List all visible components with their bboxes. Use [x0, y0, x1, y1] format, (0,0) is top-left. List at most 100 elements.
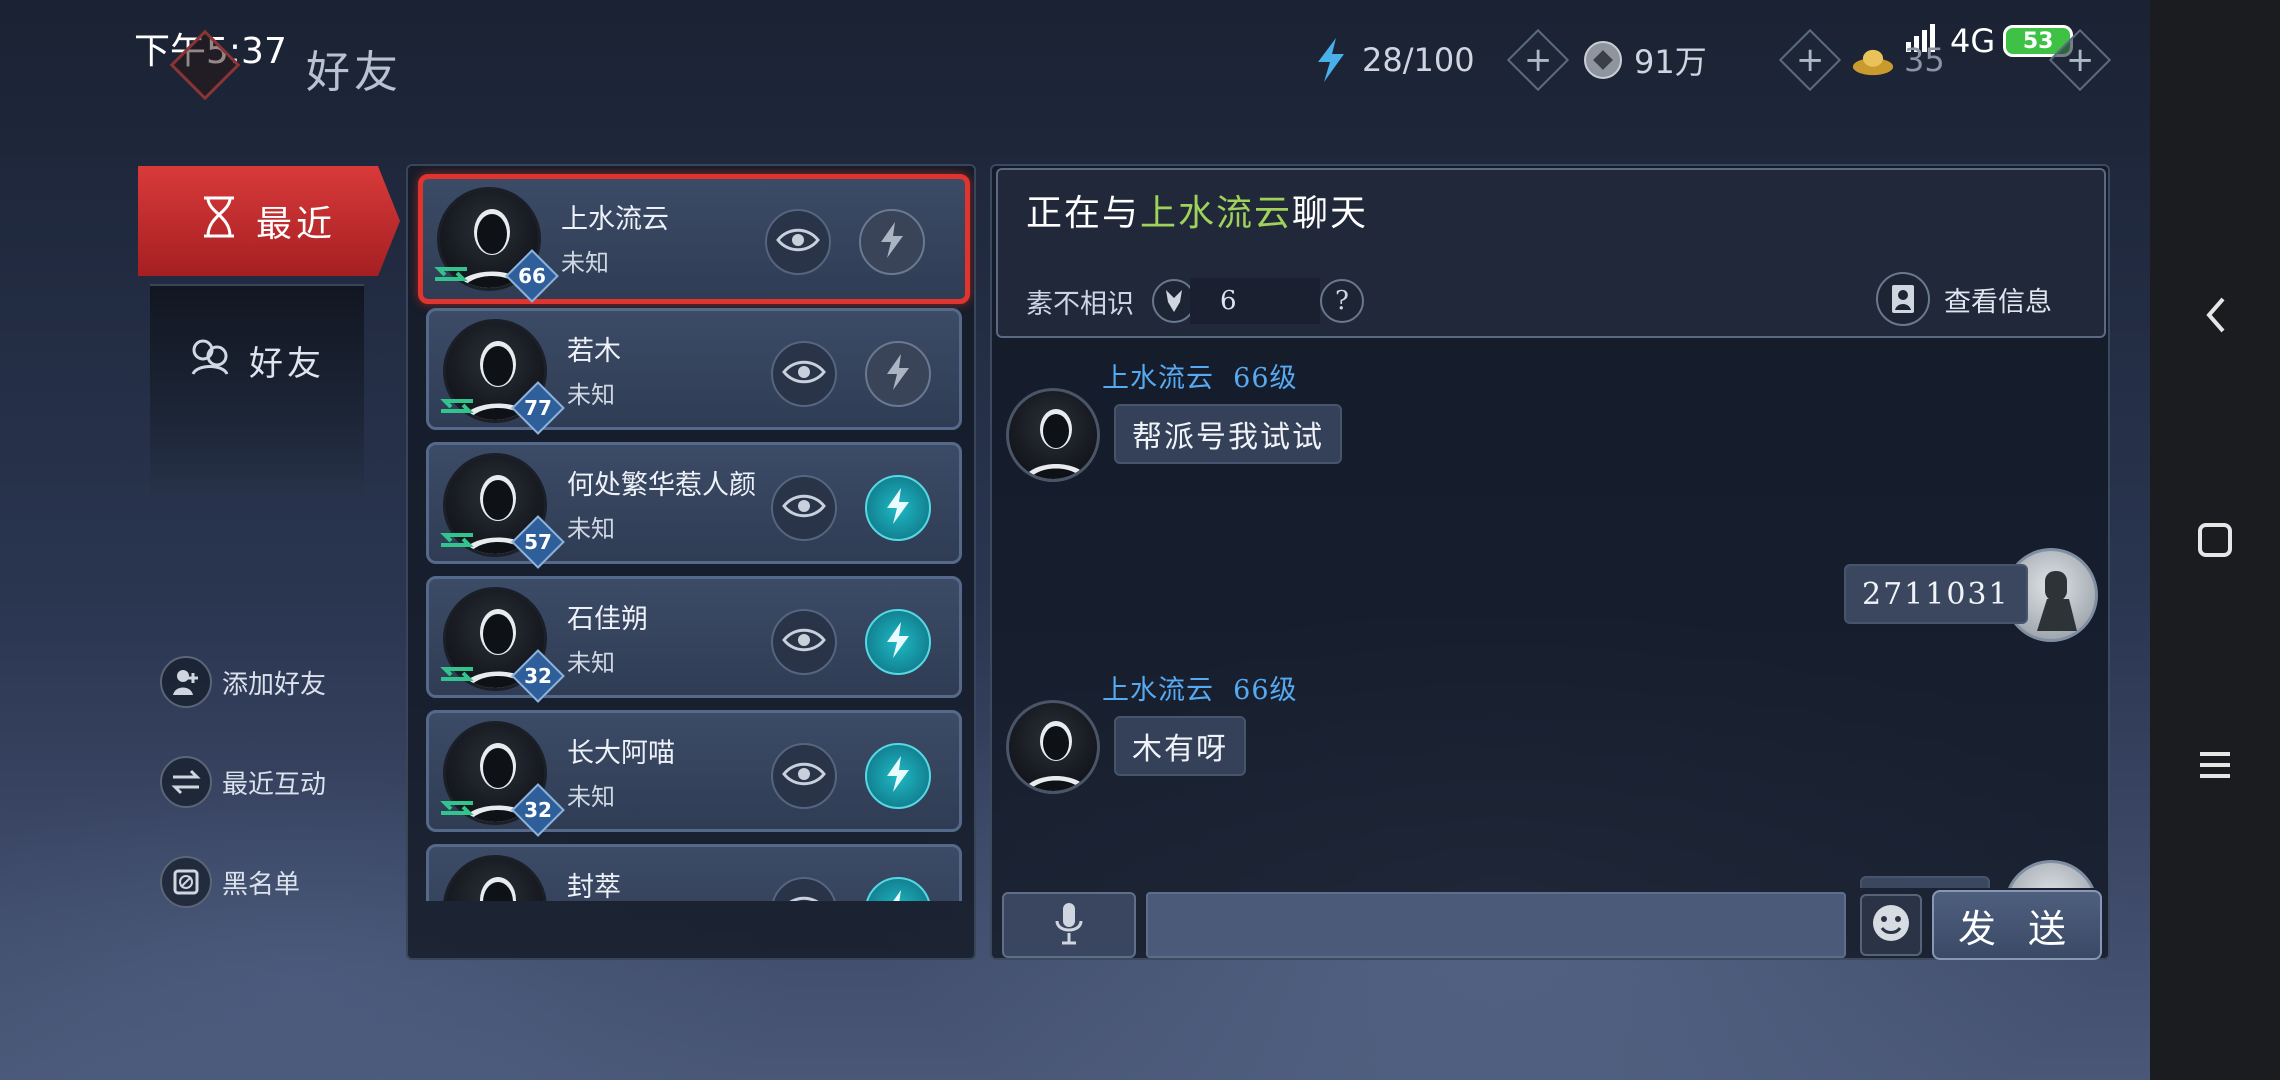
blacklist-label: 黑名单	[222, 869, 301, 900]
friend-name: 封萃	[567, 872, 621, 901]
friend-card[interactable]: 封萃	[426, 844, 962, 901]
interact-button[interactable]	[865, 609, 931, 675]
friend-tag-icon	[439, 527, 475, 555]
gold-ingot-icon	[1852, 39, 1894, 81]
friend-name: 长大阿喵	[567, 738, 675, 769]
level-value: 32	[524, 798, 552, 822]
back-icon[interactable]	[2150, 290, 2280, 340]
home-icon[interactable]	[2150, 515, 2280, 565]
level-value: 32	[524, 664, 552, 688]
view-profile-button[interactable]	[765, 209, 831, 275]
avatar[interactable]	[1006, 700, 1100, 794]
view-profile-button[interactable]	[771, 609, 837, 675]
level-value: 66	[518, 264, 546, 288]
view-info-button[interactable]: 查看信息	[1876, 272, 2052, 326]
add-user-icon	[160, 656, 212, 708]
friend-card[interactable]: 77 若木未知	[426, 308, 962, 435]
avatar[interactable]	[1006, 388, 1100, 482]
my-message-bubble: 2711031	[1844, 564, 2028, 624]
coin-value: 91万	[1634, 43, 1707, 81]
friend-card[interactable]: 57 何处繁华惹人颜 未知	[426, 442, 962, 569]
friend-tag-icon	[439, 795, 475, 823]
chat-input[interactable]	[1146, 892, 1846, 958]
eye-icon	[782, 627, 826, 657]
smiley-icon	[1871, 903, 1911, 947]
eye-icon	[782, 761, 826, 791]
friends-icon	[189, 336, 231, 385]
system-nav-bar	[2150, 0, 2280, 1080]
message-sender: 上水流云 66级	[1102, 668, 1298, 707]
friend-card[interactable]: 32 长大阿喵 未知	[426, 710, 962, 837]
hourglass-icon	[202, 196, 236, 247]
friend-name: 石佳朔	[567, 604, 648, 635]
voice-button[interactable]	[1002, 892, 1136, 958]
intimacy-value: 6	[1190, 278, 1320, 324]
stamina-display: 28/100	[1310, 34, 1475, 86]
chat-partner-name[interactable]: 上水流云	[1140, 193, 1292, 234]
view-profile-button[interactable]	[771, 743, 837, 809]
interact-button[interactable]	[865, 341, 931, 407]
gold-value: 35	[1904, 41, 1945, 79]
send-button[interactable]: 发 送	[1932, 890, 2102, 960]
page-title: 好友	[306, 47, 402, 98]
add-coin-button[interactable]: +	[1778, 28, 1842, 92]
chat-input-row: 发 送	[992, 886, 2108, 962]
add-stamina-button[interactable]: +	[1506, 28, 1570, 92]
lightning-hand-icon	[875, 220, 909, 264]
lightning-icon	[1310, 38, 1352, 82]
microphone-icon	[1054, 901, 1084, 949]
interact-button[interactable]	[859, 209, 925, 275]
eye-icon	[776, 227, 820, 257]
coin-display: 91万	[1582, 34, 1707, 86]
add-friend-label: 添加好友	[222, 669, 327, 700]
level-value: 77	[524, 396, 552, 420]
friend-card[interactable]: 66 上水流云 未知	[418, 174, 970, 304]
friend-tag-icon	[433, 261, 469, 289]
friend-status: 未知	[567, 515, 615, 543]
view-profile-button[interactable]	[771, 475, 837, 541]
friend-name: 若木	[567, 336, 621, 367]
lightning-hand-icon	[881, 754, 915, 798]
sender-level: 66级	[1233, 675, 1298, 706]
friend-name: 何处繁华惹人颜	[567, 470, 756, 501]
friend-card[interactable]: 32 石佳朔 未知	[426, 576, 962, 703]
gold-display: 35	[1852, 34, 1945, 86]
tab-recent[interactable]: 最近	[138, 166, 400, 276]
recent-interaction-button[interactable]: 最近互动	[160, 756, 326, 808]
eye-icon	[782, 359, 826, 389]
swap-arrows-icon	[160, 756, 212, 808]
interact-button[interactable]	[865, 877, 931, 901]
tab-recent-label: 最近	[255, 204, 336, 245]
lightning-hand-icon	[881, 486, 915, 530]
blacklist-button[interactable]: 黑名单	[160, 856, 300, 908]
view-info-label: 查看信息	[1944, 286, 2052, 318]
tab-friends[interactable]: 好友	[150, 284, 364, 496]
interact-button[interactable]	[865, 743, 931, 809]
friend-list-panel[interactable]: 66 上水流云 未知 77 若木 未知 57 何处繁华惹人颜 未知 32 石佳朔 未知 32 长大阿喵 未知…	[406, 164, 976, 960]
chat-title-prefix: 正在与	[1026, 193, 1141, 234]
emoji-button[interactable]	[1860, 894, 1922, 956]
relationship-label: 素不相识	[1026, 288, 1134, 320]
my-avatar[interactable]	[2004, 860, 2098, 888]
add-friend-button[interactable]: 添加好友	[160, 656, 326, 708]
friend-status: 未知	[567, 381, 615, 409]
friend-list[interactable]: 66 上水流云 未知 77 若木 未知 57 何处繁华惹人颜 未知 32 石佳朔 未知 32 长大阿喵 未知…	[408, 166, 974, 901]
chat-panel: 正在与上水流云聊天 素不相识 6 ? 查看信息 上水流云 66级 帮派号我试试	[990, 164, 2110, 960]
view-profile-button[interactable]	[771, 341, 837, 407]
message-bubble: 帮派号我试试	[1114, 404, 1342, 464]
chat-header: 正在与上水流云聊天 素不相识 6 ? 查看信息	[996, 168, 2106, 338]
eye-icon	[782, 895, 826, 901]
menu-icon[interactable]	[2150, 740, 2280, 790]
level-value: 57	[524, 530, 552, 554]
message-list[interactable]: 上水流云 66级 帮派号我试试 2711031 上水流云 66级 木有呀	[992, 342, 2108, 888]
lightning-hand-icon	[881, 620, 915, 664]
chat-title-suffix: 聊天	[1292, 193, 1369, 234]
help-button[interactable]: ?	[1320, 279, 1364, 323]
view-profile-button[interactable]	[771, 877, 837, 901]
interact-button[interactable]	[865, 475, 931, 541]
message-bubble: 木有呀	[1114, 716, 1246, 776]
network-label: 4G	[1950, 22, 1996, 60]
lightning-hand-icon	[881, 888, 915, 901]
friend-name: 上水流云	[561, 204, 669, 235]
avatar[interactable]	[443, 855, 547, 901]
